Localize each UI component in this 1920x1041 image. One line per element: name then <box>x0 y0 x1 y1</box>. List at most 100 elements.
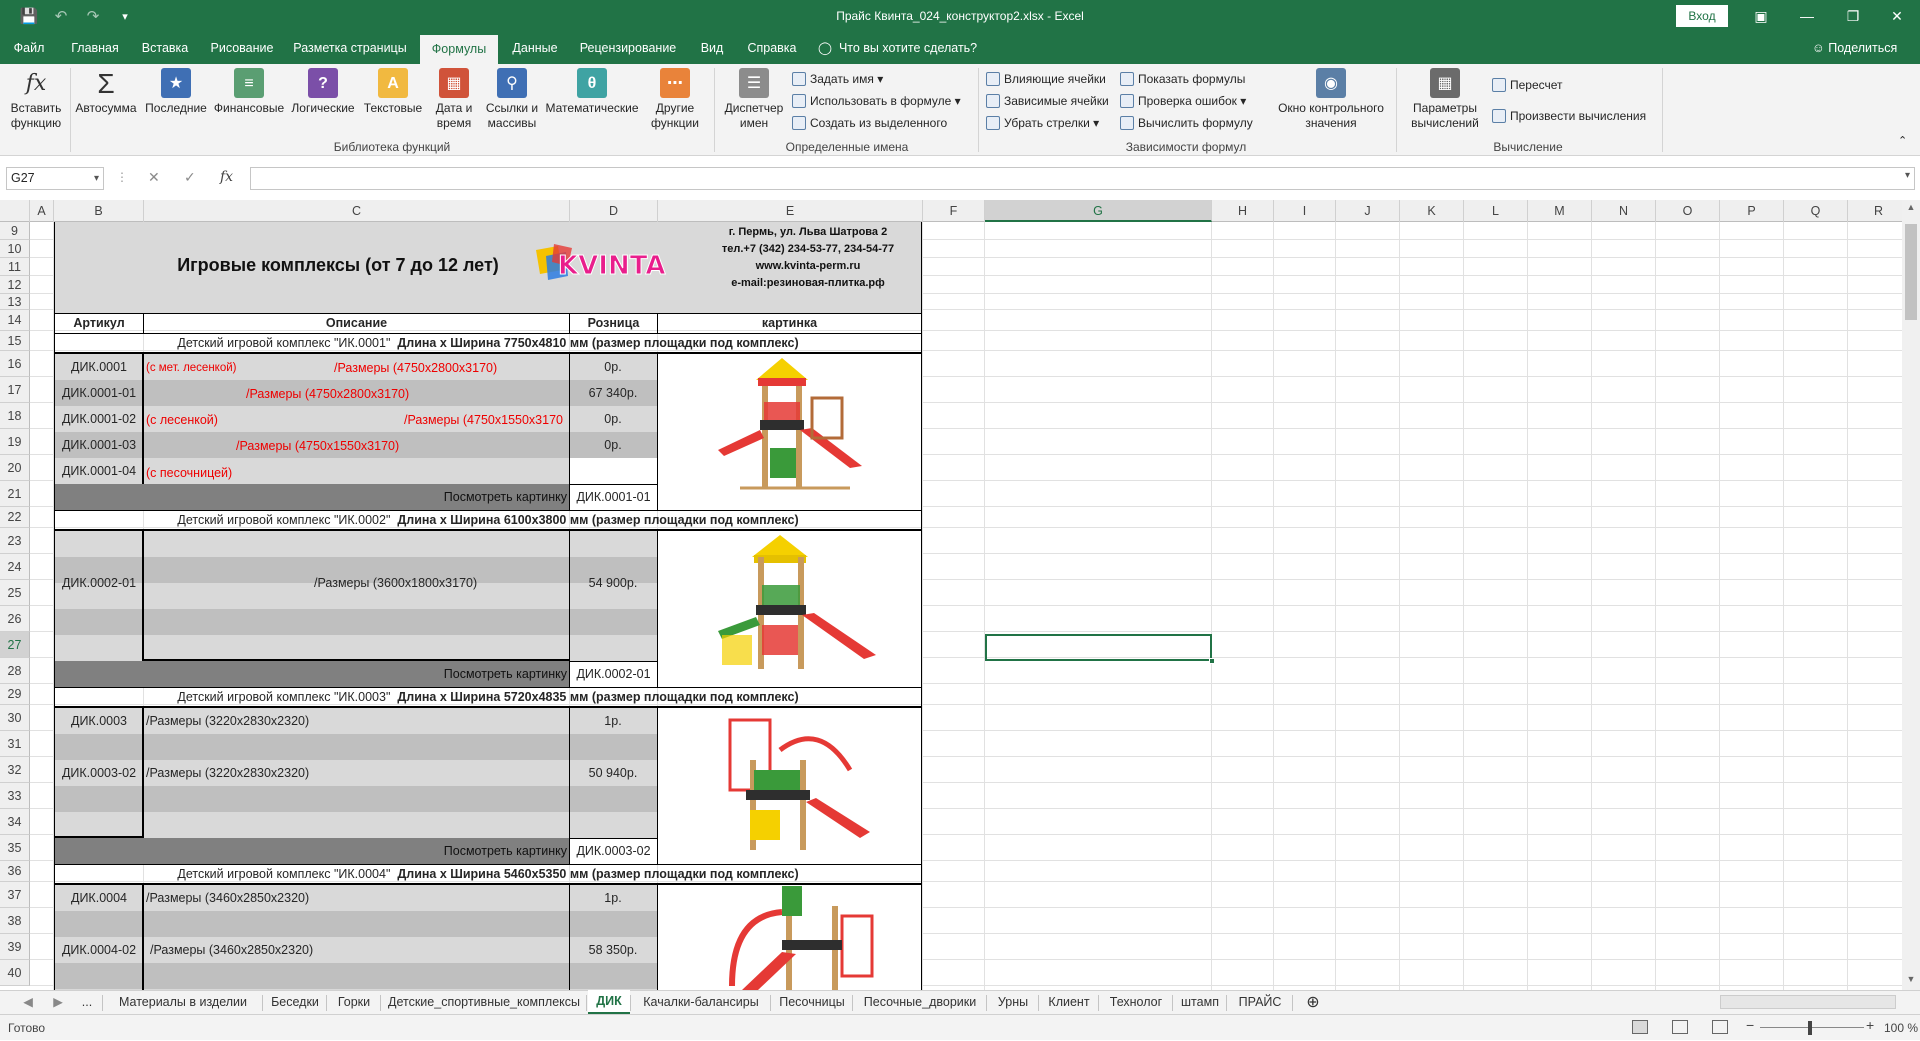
row-header-9[interactable]: 9 <box>0 222 30 240</box>
watch-window-button[interactable]: ◉ Окно контрольного значения <box>1272 68 1390 131</box>
row-header-31[interactable]: 31 <box>0 731 30 757</box>
text-button[interactable]: A Текстовые <box>360 68 426 116</box>
scroll-up-icon[interactable]: ▲ <box>1905 202 1917 216</box>
picture-link[interactable]: ДИК.0002-01 <box>569 661 658 688</box>
lookup-button[interactable]: ⚲ Ссылки и массивы <box>482 68 542 131</box>
create-from-selection-button[interactable]: Создать из выделенного <box>792 112 947 134</box>
normal-view-icon[interactable] <box>1632 1020 1648 1034</box>
enter-icon[interactable]: ✓ <box>184 169 196 186</box>
calc-options-button[interactable]: ▦ Параметры вычислений <box>1402 68 1488 131</box>
add-sheet-icon[interactable]: ⊕ <box>1302 991 1324 1014</box>
column-header-r[interactable]: R <box>1848 200 1910 222</box>
scroll-thumb[interactable] <box>1905 224 1917 320</box>
sheet-tab-11[interactable]: Технолог <box>1100 991 1172 1014</box>
minimize-icon[interactable]: — <box>1784 0 1830 32</box>
page-break-view-icon[interactable] <box>1712 1020 1728 1034</box>
use-in-formula-button[interactable]: Использовать в формуле ▾ <box>792 90 961 112</box>
recent-button[interactable]: ★ Последние <box>142 68 210 116</box>
row-header-23[interactable]: 23 <box>0 528 30 554</box>
sheet-tab-4[interactable]: Детские_спортивные_комплексы <box>382 991 586 1014</box>
autosum-button[interactable]: Σ Автосумма <box>74 68 138 116</box>
restore-icon[interactable]: ❐ <box>1830 0 1876 32</box>
fill-handle[interactable] <box>1209 658 1215 664</box>
row-header-29[interactable]: 29 <box>0 684 30 705</box>
show-formulas-button[interactable]: Показать формулы <box>1120 68 1245 90</box>
ribbon-display-icon[interactable]: ▣ <box>1738 0 1784 32</box>
insert-function-button[interactable]: fx Вставить функцию <box>6 68 66 131</box>
sheet-tab-13[interactable]: ПРАЙС <box>1228 991 1292 1014</box>
row-header-22[interactable]: 22 <box>0 507 30 528</box>
tab-help[interactable]: Справка <box>740 32 804 64</box>
row-header-13[interactable]: 13 <box>0 294 30 310</box>
row-header-12[interactable]: 12 <box>0 276 30 294</box>
column-header-o[interactable]: O <box>1656 200 1720 222</box>
tab-file[interactable]: Файл <box>0 32 58 64</box>
share-button[interactable]: ☺ Поделиться <box>1812 32 1897 64</box>
column-header-g[interactable]: G <box>985 200 1212 222</box>
sheet-tab-10[interactable]: Клиент <box>1040 991 1098 1014</box>
tab-view[interactable]: Вид <box>688 32 736 64</box>
column-header-f[interactable]: F <box>923 200 985 222</box>
column-header-d[interactable]: D <box>570 200 658 222</box>
define-name-button[interactable]: Задать имя ▾ <box>792 68 883 90</box>
sheet-tab-2[interactable]: Беседки <box>264 991 326 1014</box>
zoom-slider[interactable] <box>1760 1027 1864 1028</box>
row-header-11[interactable]: 11 <box>0 258 30 276</box>
sheet-tab-7[interactable]: Песочницы <box>772 991 852 1014</box>
select-all-corner[interactable] <box>0 200 30 222</box>
other-functions-button[interactable]: ⋯ Другие функции <box>642 68 708 131</box>
tab-draw[interactable]: Рисование <box>202 32 282 64</box>
row-header-37[interactable]: 37 <box>0 882 30 908</box>
row-header-14[interactable]: 14 <box>0 310 30 331</box>
row-header-38[interactable]: 38 <box>0 908 30 934</box>
name-box[interactable]: G27 ▾ <box>6 167 104 190</box>
column-header-m[interactable]: M <box>1528 200 1592 222</box>
row-header-24[interactable]: 24 <box>0 554 30 580</box>
column-header-i[interactable]: I <box>1274 200 1336 222</box>
horizontal-scrollbar[interactable] <box>1720 995 1896 1009</box>
sheet-tab-0[interactable]: ... <box>72 991 102 1014</box>
trace-dependents-button[interactable]: Зависимые ячейки <box>986 90 1109 112</box>
worksheet[interactable]: ABCDEFGHIJKLMNOPQR 9 10 11 12 13 14 15 16 17 18 19… <box>0 200 1920 990</box>
row-header-20[interactable]: 20 <box>0 455 30 481</box>
zoom-out-icon[interactable]: − <box>1746 1017 1754 1033</box>
row-header-25[interactable]: 25 <box>0 580 30 606</box>
row-header-27[interactable]: 27 <box>0 632 30 658</box>
row-header-15[interactable]: 15 <box>0 331 30 351</box>
page-layout-view-icon[interactable] <box>1672 1020 1688 1034</box>
datetime-button[interactable]: ▦ Дата и время <box>428 68 480 131</box>
calc-now-button[interactable]: Пересчет <box>1492 74 1563 96</box>
column-header-j[interactable]: J <box>1336 200 1400 222</box>
financial-button[interactable]: ≡ Финансовые <box>212 68 286 116</box>
expand-formula-icon[interactable]: ▾ <box>1905 170 1910 181</box>
tab-insert[interactable]: Вставка <box>132 32 198 64</box>
column-header-k[interactable]: K <box>1400 200 1464 222</box>
sheet-tab-9[interactable]: Урны <box>988 991 1038 1014</box>
row-header-33[interactable]: 33 <box>0 783 30 809</box>
tab-formulas[interactable]: Формулы <box>420 35 498 64</box>
row-header-21[interactable]: 21 <box>0 481 30 507</box>
vertical-scrollbar[interactable]: ▲ ▼ <box>1902 200 1920 990</box>
column-header-a[interactable]: A <box>30 200 54 222</box>
name-manager-button[interactable]: ☰ Диспетчер имен <box>718 68 790 131</box>
column-header-h[interactable]: H <box>1212 200 1274 222</box>
tab-scroll-left-icon[interactable]: ◀ <box>18 991 38 1014</box>
sheet-tab-12[interactable]: штамп <box>1174 991 1226 1014</box>
row-header-32[interactable]: 32 <box>0 757 30 783</box>
column-header-e[interactable]: E <box>658 200 923 222</box>
picture-link[interactable]: ДИК.0003-02 <box>569 838 658 865</box>
row-header-35[interactable]: 35 <box>0 835 30 861</box>
selected-cell[interactable] <box>985 634 1215 664</box>
signin-button[interactable]: Вход <box>1676 5 1728 27</box>
row-header-17[interactable]: 17 <box>0 377 30 403</box>
row-header-34[interactable]: 34 <box>0 809 30 835</box>
picture-link[interactable]: ДИК.0001-01 <box>569 484 658 511</box>
tab-scroll-right-icon[interactable]: ▶ <box>48 991 68 1014</box>
cancel-icon[interactable]: ✕ <box>148 169 160 186</box>
column-header-n[interactable]: N <box>1592 200 1656 222</box>
sheet-tab-6[interactable]: Качалки-балансиры <box>632 991 770 1014</box>
remove-arrows-button[interactable]: Убрать стрелки ▾ <box>986 112 1099 134</box>
column-header-l[interactable]: L <box>1464 200 1528 222</box>
zoom-slider-thumb[interactable] <box>1808 1021 1812 1035</box>
tab-data[interactable]: Данные <box>502 32 568 64</box>
